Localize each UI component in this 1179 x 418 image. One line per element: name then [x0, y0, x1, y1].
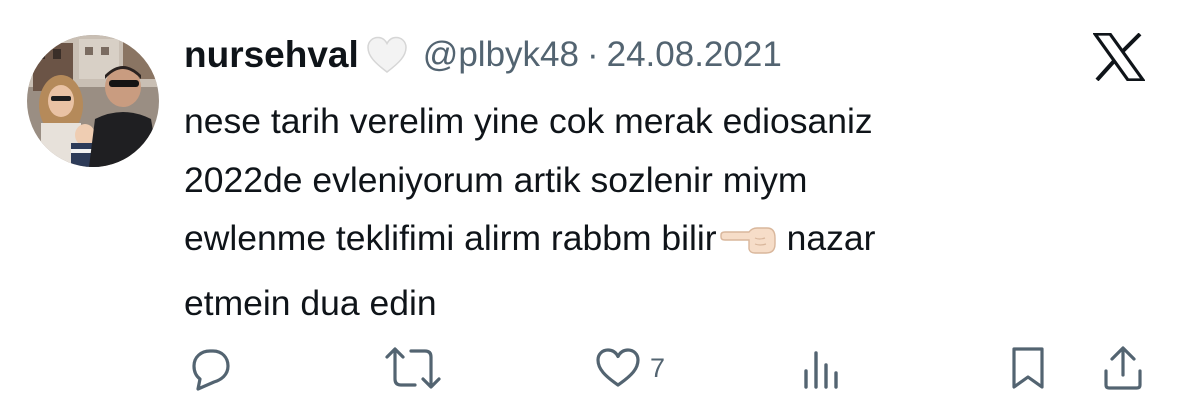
share-button[interactable] — [1100, 340, 1146, 396]
white-heart-icon — [365, 35, 409, 75]
tweet-actions: 7 — [0, 340, 1179, 400]
reply-icon — [192, 349, 230, 391]
tweet-line: ewlenme teklifimi alirm rabbm bilir nazar — [184, 209, 1084, 274]
bookmark-button[interactable] — [1008, 340, 1048, 396]
tweet-card: nursehval @plbyk48 · 24.08.2021 nese tar… — [0, 0, 1179, 418]
avatar[interactable] — [27, 35, 159, 167]
tweet-date[interactable]: 24.08.2021 — [607, 35, 782, 75]
user-handle[interactable]: @plbyk48 — [423, 35, 579, 75]
tweet-line-segment: nazar — [786, 218, 876, 258]
heart-icon — [596, 348, 640, 387]
backhand-index-pointing-left-icon — [719, 215, 777, 274]
tweet-line: etmein dua edin — [184, 282, 437, 323]
separator-dot: · — [586, 35, 599, 74]
tweet-text: nese tarih verelim yine cok merak ediosa… — [184, 92, 1084, 332]
x-logo-icon — [1091, 32, 1147, 82]
share-icon — [1104, 346, 1142, 390]
like-button[interactable]: 7 — [594, 340, 665, 396]
tweet-header: nursehval @plbyk48 · 24.08.2021 — [184, 30, 782, 80]
tweet-line: nese tarih verelim yine cok merak ediosa… — [184, 101, 873, 141]
display-name[interactable]: nursehval — [184, 34, 359, 76]
tweet-line: 2022de evleniyorum artik sozlenir miym — [184, 159, 808, 200]
reply-button[interactable] — [188, 340, 234, 396]
retweet-button[interactable] — [383, 340, 443, 396]
retweet-icon — [385, 347, 441, 389]
views-button[interactable] — [800, 340, 844, 396]
bookmark-icon — [1012, 347, 1044, 389]
like-count: 7 — [650, 352, 666, 383]
avatar-photo — [27, 35, 159, 167]
views-icon — [804, 351, 838, 389]
tweet-line-segment: ewlenme teklifimi alirm rabbm bilir — [184, 218, 717, 258]
